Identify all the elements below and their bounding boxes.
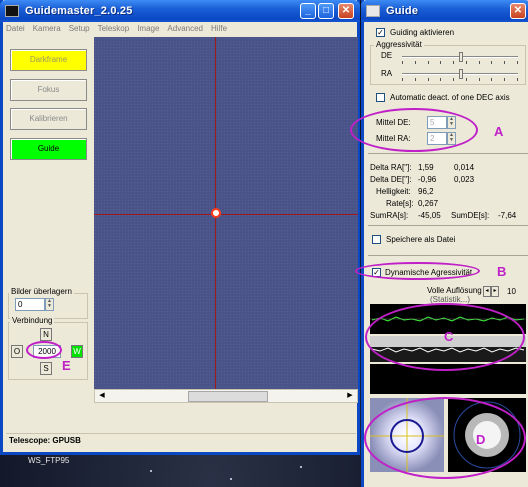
helligkeit-value: 96,2 (418, 187, 434, 196)
camera-image-view[interactable] (94, 37, 358, 389)
separator-1 (368, 153, 528, 154)
menu-kamera[interactable]: Kamera (33, 22, 61, 36)
resolution-left-icon[interactable]: ◂ (483, 286, 491, 297)
guiding-active-checkbox[interactable]: ✓ (376, 28, 385, 37)
status-bar: Telescope: GPUSB (6, 433, 356, 447)
app-icon (5, 5, 19, 17)
guide-window-title: Guide (386, 5, 419, 17)
menu-hilfe[interactable]: Hilfe (211, 22, 227, 36)
separator-2 (368, 225, 528, 226)
sumde-value: -7,64 (498, 211, 517, 220)
resolution-right-icon[interactable]: ▸ (491, 286, 499, 297)
auto-deact-label: Automatic deact. of one DEC axis (390, 93, 510, 102)
delta-de-label: Delta DE["]: (370, 175, 412, 184)
guide-button[interactable]: Guide (10, 138, 87, 160)
delta-ra-value: 1,59 (418, 163, 434, 172)
main-titlebar[interactable]: Guidemaster_2.0.25 _ □ ✕ (0, 0, 360, 22)
auto-deact-checkbox[interactable] (376, 93, 385, 102)
de-label: DE (381, 51, 393, 60)
crosshair-horizontal (94, 214, 358, 215)
overlay-spinner[interactable]: ▲ ▼ (45, 298, 54, 311)
guiding-active-label: Guiding aktivieren (390, 28, 455, 37)
sumra-value: -45,05 (418, 211, 441, 220)
scroll-thumb[interactable] (188, 391, 268, 402)
menu-bar: Datei Kamera Setup Teleskop Image Advanc… (3, 22, 357, 36)
annotation-ellipse-d (364, 397, 526, 479)
overlay-label: Bilder überlagern (9, 287, 74, 296)
east-button[interactable]: O (11, 345, 23, 358)
minimize-icon[interactable]: _ (300, 3, 316, 19)
helligkeit-label: Helligkeit: (376, 187, 411, 196)
ra-slider-thumb[interactable] (459, 69, 463, 79)
menu-teleskop[interactable]: Teleskop (98, 22, 130, 36)
delta-de-value-2: 0,023 (454, 175, 475, 184)
guide-app-icon (366, 5, 380, 17)
sumra-label: SumRA[s]: (370, 211, 409, 220)
connection-label: Verbindung (10, 316, 55, 325)
west-button[interactable]: W (71, 345, 83, 358)
annotation-b: B (497, 264, 507, 279)
annotation-ellipse-a (350, 108, 478, 152)
separator-3 (368, 255, 528, 256)
delta-ra-label: Delta RA["]: (370, 163, 412, 172)
maximize-icon[interactable]: □ (318, 3, 334, 19)
control-panel: Darkframe Fokus Kalibrieren Guide Bilder… (3, 38, 91, 433)
darkframe-button[interactable]: Darkframe (10, 49, 87, 71)
guide-titlebar[interactable]: Guide ✕ (361, 0, 528, 22)
guide-star-marker (211, 208, 221, 218)
north-button[interactable]: N (40, 328, 52, 341)
window-title: Guidemaster_2.0.25 (25, 5, 133, 17)
annotation-c: C (444, 329, 454, 344)
save-file-checkbox[interactable] (372, 235, 381, 244)
annotation-a: A (494, 124, 504, 139)
resolution-value: 10 (507, 287, 516, 296)
annotation-ellipse-b (355, 262, 480, 280)
rate-value: 0,267 (418, 199, 439, 208)
desktop-icon-label[interactable]: WS_FTP95 (28, 456, 69, 465)
scroll-left-icon[interactable]: ◀ (96, 391, 108, 402)
rate-label: Rate[s]: (386, 199, 414, 208)
image-horizontal-scrollbar[interactable]: ◀ ▶ (94, 389, 358, 403)
delta-de-value: -0,96 (418, 175, 437, 184)
close-icon[interactable]: ✕ (338, 3, 354, 19)
guide-close-icon[interactable]: ✕ (510, 3, 526, 19)
annotation-e: E (62, 358, 71, 373)
aggressiveness-label: Aggressivität (374, 40, 424, 49)
overlay-input[interactable]: 0 (15, 298, 45, 311)
save-file-label: Speichere als Datei (386, 235, 456, 244)
menu-setup[interactable]: Setup (69, 22, 90, 36)
annotation-ellipse-e (26, 341, 62, 359)
menu-datei[interactable]: Datei (6, 22, 25, 36)
south-button[interactable]: S (40, 362, 52, 375)
scroll-right-icon[interactable]: ▶ (344, 391, 356, 402)
guidemaster-window: Guidemaster_2.0.25 _ □ ✕ Datei Kamera Se… (0, 0, 360, 455)
de-slider-thumb[interactable] (459, 52, 463, 62)
menu-advanced[interactable]: Advanced (167, 22, 203, 36)
delta-ra-value-2: 0,014 (454, 163, 475, 172)
kalibrieren-button[interactable]: Kalibrieren (10, 108, 87, 130)
menu-image[interactable]: Image (137, 22, 159, 36)
fokus-button[interactable]: Fokus (10, 79, 87, 101)
sumde-label: SumDE[s]: (451, 211, 490, 220)
annotation-d: D (476, 432, 486, 447)
ra-label: RA (381, 69, 393, 78)
resolution-label: Volle Auflösung (427, 286, 482, 295)
